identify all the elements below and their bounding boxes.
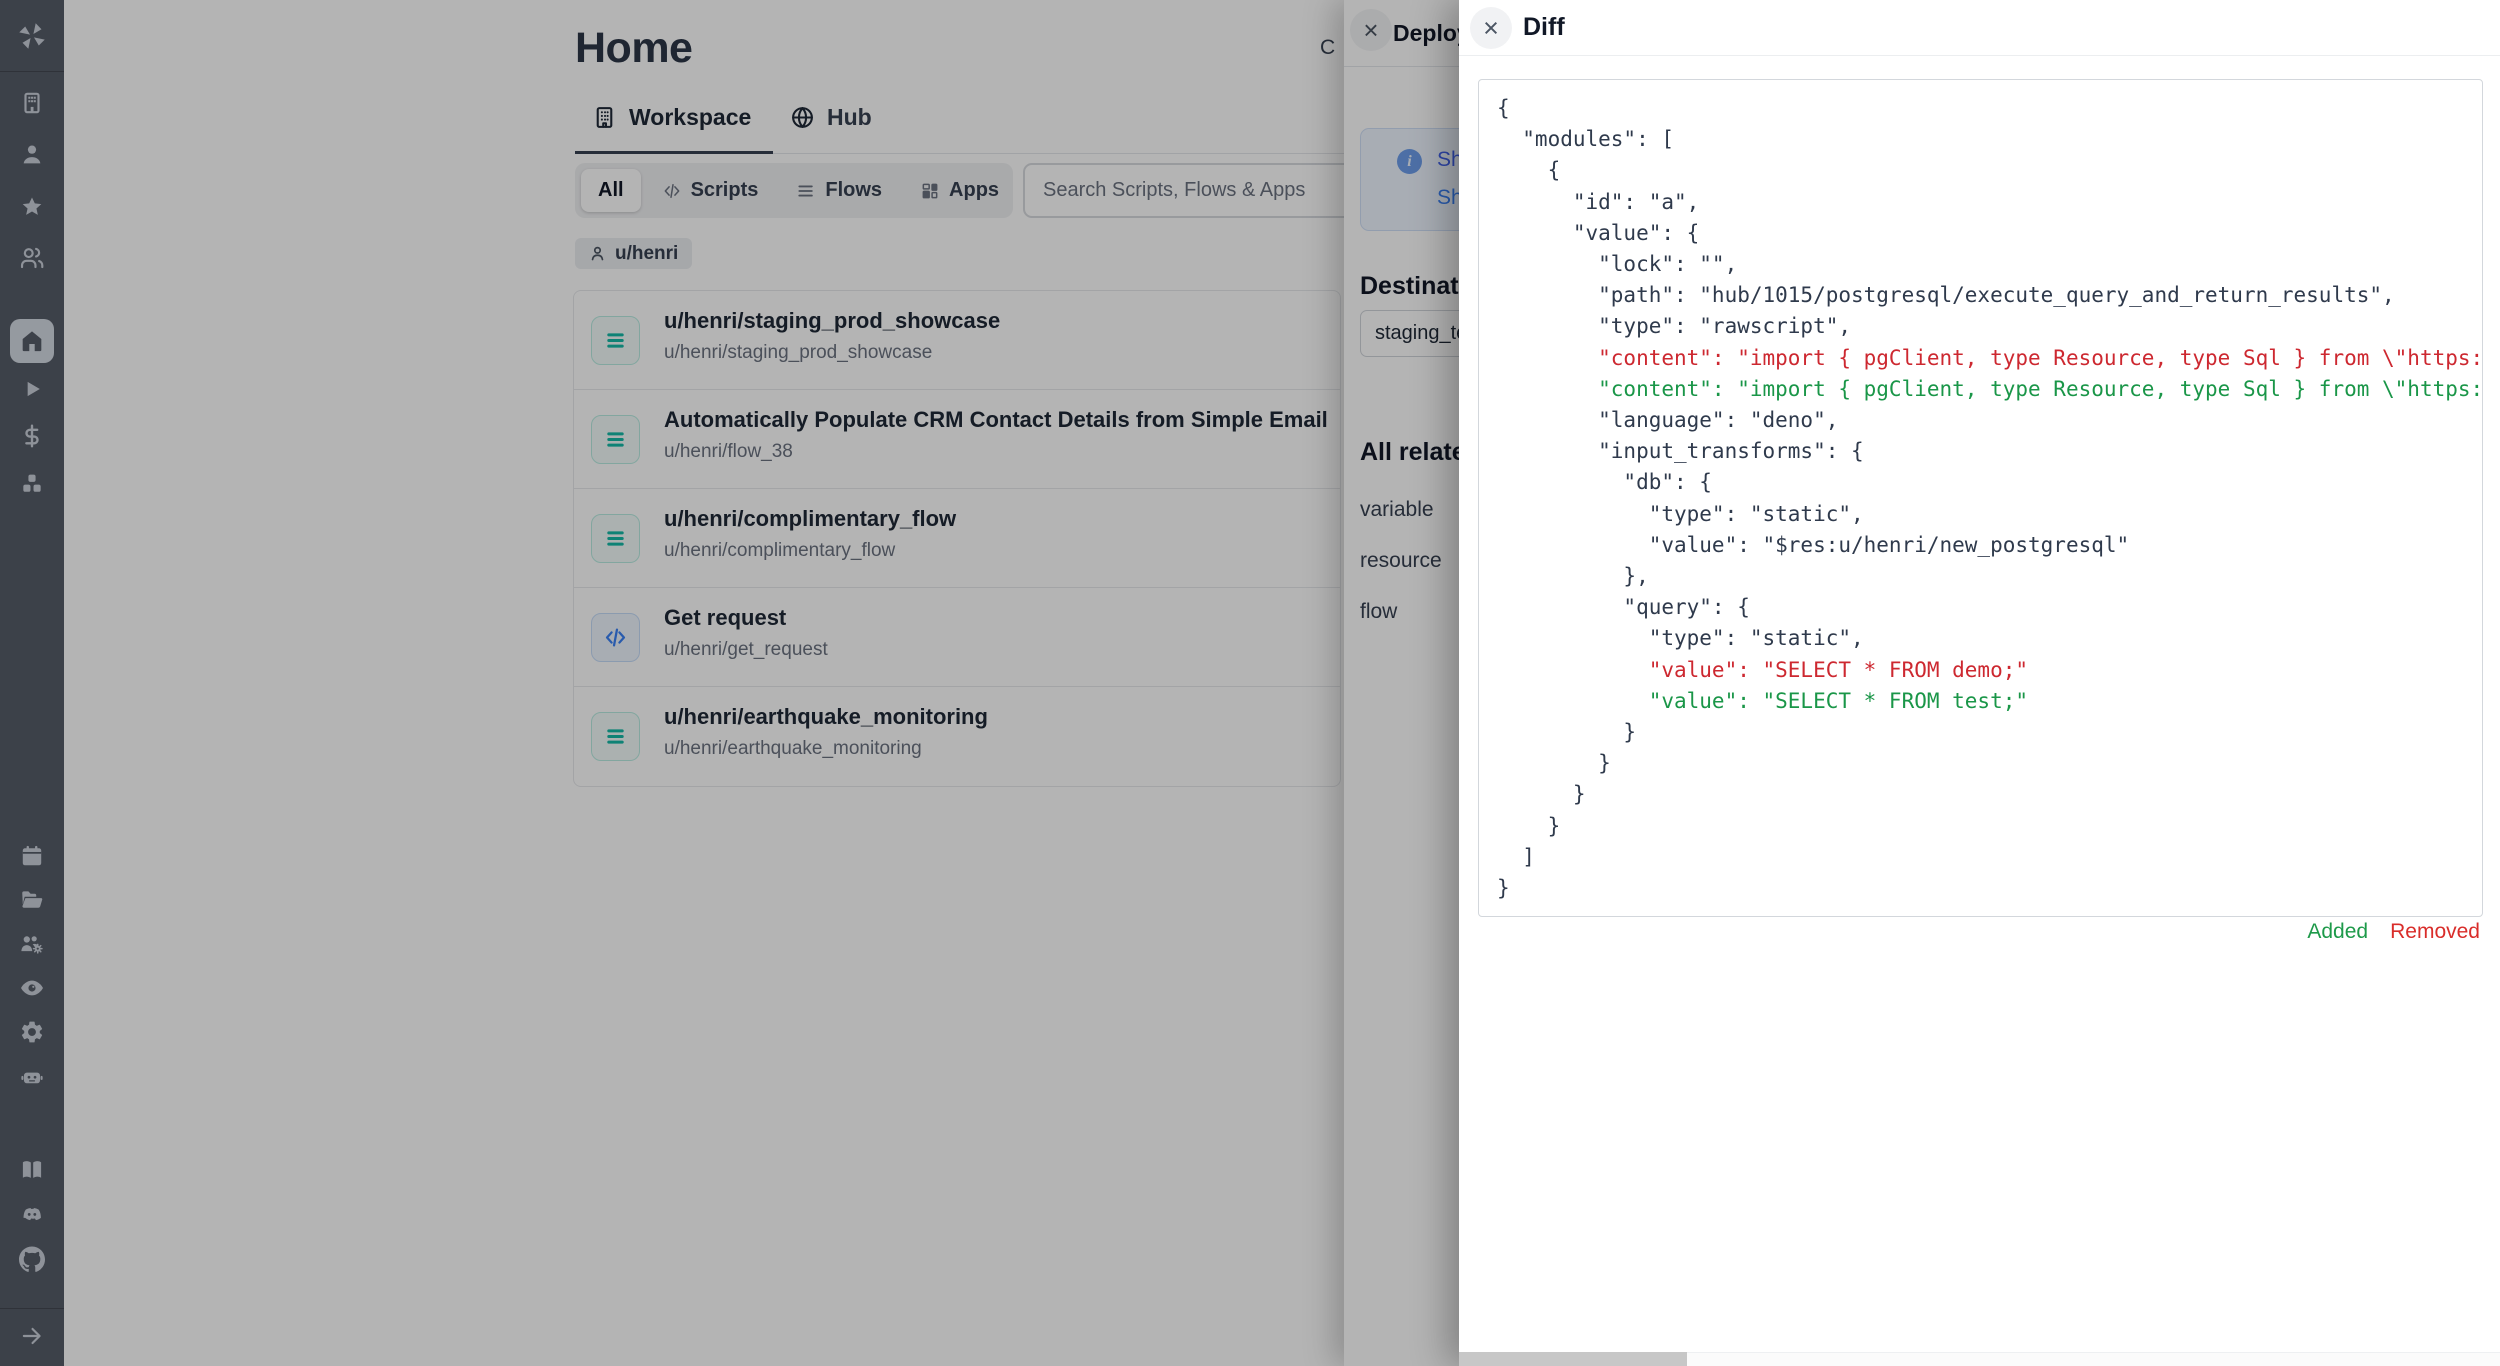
diff-line-removed: "content": "import { pgClient, type Reso… bbox=[1497, 343, 2464, 374]
diff-modal: × Diff { "modules": [ { "id": "a", "valu… bbox=[1459, 0, 2500, 1366]
diff-close-button[interactable]: × bbox=[1470, 7, 1512, 49]
diff-line: } bbox=[1497, 779, 2464, 810]
diff-line: { bbox=[1497, 93, 2464, 124]
legend-added: Added bbox=[2307, 920, 2368, 944]
diff-code-block[interactable]: { "modules": [ { "id": "a", "value": { "… bbox=[1478, 79, 2483, 917]
diff-line: "value": "$res:u/henri/new_postgresql" bbox=[1497, 530, 2464, 561]
diff-line: "value": { bbox=[1497, 218, 2464, 249]
horizontal-scrollbar-track[interactable] bbox=[1459, 1352, 2500, 1366]
diff-line: "db": { bbox=[1497, 467, 2464, 498]
horizontal-scrollbar-thumb[interactable] bbox=[1459, 1352, 1687, 1366]
diff-line: } bbox=[1497, 717, 2464, 748]
diff-line: { bbox=[1497, 155, 2464, 186]
diff-line: "lock": "", bbox=[1497, 249, 2464, 280]
diff-line-added: "content": "import { pgClient, type Reso… bbox=[1497, 374, 2464, 405]
close-icon: × bbox=[1483, 13, 1499, 44]
diff-line: "type": "static", bbox=[1497, 623, 2464, 654]
diff-line: "type": "rawscript", bbox=[1497, 311, 2464, 342]
diff-legend: Added Removed bbox=[2307, 920, 2480, 944]
legend-removed: Removed bbox=[2390, 920, 2480, 944]
diff-line: "language": "deno", bbox=[1497, 405, 2464, 436]
diff-header-divider bbox=[1459, 55, 2500, 56]
diff-line: } bbox=[1497, 873, 2464, 904]
diff-line-removed: "value": "SELECT * FROM demo;" bbox=[1497, 655, 2464, 686]
diff-line: "type": "static", bbox=[1497, 499, 2464, 530]
diff-line: "path": "hub/1015/postgresql/execute_que… bbox=[1497, 280, 2464, 311]
diff-line-added: "value": "SELECT * FROM test;" bbox=[1497, 686, 2464, 717]
diff-line: }, bbox=[1497, 561, 2464, 592]
app-screen: Home C Workspace bbox=[0, 0, 2500, 1366]
diff-line: } bbox=[1497, 748, 2464, 779]
diff-line: "input_transforms": { bbox=[1497, 436, 2464, 467]
diff-line: "query": { bbox=[1497, 592, 2464, 623]
diff-line: "id": "a", bbox=[1497, 187, 2464, 218]
diff-title: Diff bbox=[1523, 13, 1565, 42]
diff-line: ] bbox=[1497, 842, 2464, 873]
diff-line: "modules": [ bbox=[1497, 124, 2464, 155]
diff-line: } bbox=[1497, 811, 2464, 842]
